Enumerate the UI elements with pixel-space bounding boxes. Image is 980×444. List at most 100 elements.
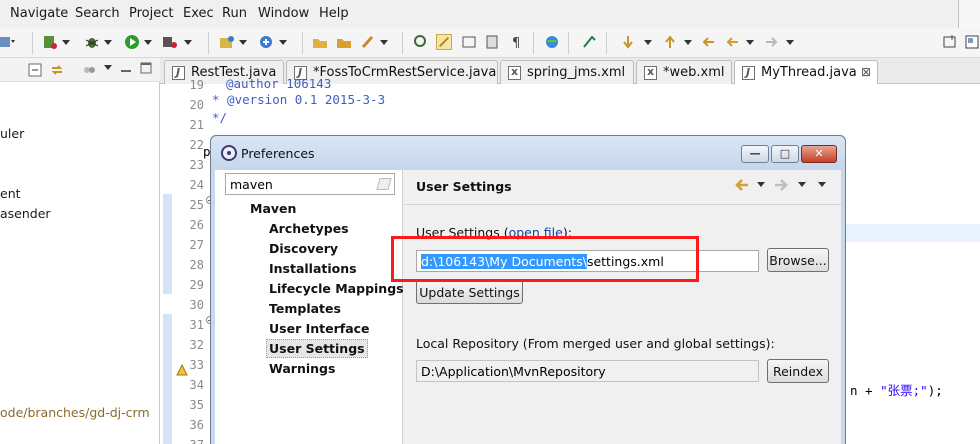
back-dropdown-icon[interactable] — [746, 39, 754, 47]
menu-run[interactable]: Run — [222, 6, 247, 21]
debug-dropdown-icon[interactable] — [104, 39, 112, 47]
block-select-icon[interactable] — [461, 34, 477, 50]
open-type-icon[interactable] — [582, 34, 598, 50]
back-history-dropdown-icon[interactable] — [757, 181, 765, 189]
package-explorer-view: uler ent asender ode/branches/gd-dj-crm — [0, 58, 160, 444]
back-icon[interactable] — [724, 34, 740, 50]
line-number: 35 — [189, 398, 204, 412]
preference-page: User Settings User Settings (open file):… — [404, 170, 841, 444]
tab-label: *FossToCrmRestService.java — [313, 65, 497, 80]
update-settings-button[interactable]: Update Settings — [416, 280, 523, 304]
toolbar-separator — [208, 32, 209, 54]
tab-spring-jms[interactable]: spring_jms.xml — [500, 60, 634, 84]
line-number: 26 — [189, 218, 204, 232]
line-number: 34 — [189, 378, 204, 392]
open-perspective-icon[interactable] — [942, 34, 958, 50]
show-whitespace-icon[interactable] — [484, 34, 500, 50]
preferences-dialog: Preferences — □ ✕ maven Maven Archetypes… — [210, 135, 846, 444]
toggle-mark-icon[interactable] — [413, 34, 429, 50]
forward-icon[interactable] — [764, 34, 780, 50]
open-folder-icon[interactable] — [312, 34, 328, 50]
menu-navigate[interactable]: Navigate — [10, 6, 68, 21]
tree-item[interactable]: asender — [0, 206, 51, 221]
new-server-dropdown-icon[interactable] — [279, 39, 287, 47]
page-menu-icon[interactable] — [818, 181, 826, 189]
forward-history-dropdown-icon[interactable] — [798, 181, 806, 189]
tab-label: *web.xml — [663, 65, 725, 80]
filter-value: maven — [230, 177, 273, 192]
search-icon[interactable] — [360, 34, 376, 50]
dialog-titlebar[interactable]: Preferences — □ ✕ — [211, 136, 845, 170]
highlight-icon[interactable] — [436, 34, 452, 50]
line-number: 21 — [189, 118, 204, 132]
globe-icon[interactable] — [544, 34, 560, 50]
line-number: 24 — [189, 178, 204, 192]
tree-node-archetypes[interactable]: Archetypes — [269, 221, 349, 236]
run-menu-icon[interactable] — [0, 34, 16, 50]
filter-input[interactable]: maven — [225, 173, 395, 195]
filter-icon[interactable] — [82, 63, 96, 77]
tree-node-installations[interactable]: Installations — [269, 261, 357, 276]
line-number: 30 — [189, 298, 204, 312]
tab-web-xml[interactable]: *web.xml — [636, 60, 732, 84]
tree-node-templates[interactable]: Templates — [269, 301, 341, 316]
back-icon[interactable] — [733, 178, 749, 192]
forward-dropdown-icon[interactable] — [786, 39, 794, 47]
close-button[interactable]: ✕ — [801, 145, 837, 163]
page-title: User Settings — [416, 179, 512, 194]
tab-my-thread[interactable]: MyThread.java ⊠ — [734, 60, 878, 84]
new-project-icon[interactable] — [219, 34, 235, 50]
view-menu-icon[interactable] — [104, 64, 112, 72]
new-icon[interactable] — [42, 34, 58, 50]
maximize-view-icon[interactable] — [140, 62, 152, 74]
browse-button[interactable]: Browse... — [767, 248, 829, 272]
external-tools-icon[interactable] — [162, 34, 178, 50]
minimize-view-icon[interactable] — [120, 64, 132, 74]
minimize-button[interactable]: — — [741, 145, 769, 163]
menu-help[interactable]: Help — [319, 6, 349, 21]
new-project-dropdown-icon[interactable] — [239, 39, 247, 47]
java-perspective-icon[interactable] — [964, 34, 980, 50]
new-server-icon[interactable] — [258, 34, 274, 50]
close-tab-icon[interactable]: ⊠ — [861, 65, 871, 79]
next-annotation-icon[interactable] — [620, 34, 636, 50]
warning-marker-icon[interactable] — [176, 364, 188, 376]
menu-exec[interactable]: Exec — [183, 6, 214, 21]
menu-search[interactable]: Search — [75, 6, 120, 21]
prev-annotation-dropdown-icon[interactable] — [684, 39, 692, 47]
line-number: 28 — [189, 258, 204, 272]
menu-window[interactable]: Window — [258, 6, 309, 21]
last-edit-icon[interactable] — [700, 34, 716, 50]
tree-node-warnings[interactable]: Warnings — [269, 361, 335, 376]
external-tools-dropdown-icon[interactable] — [184, 39, 192, 47]
open-file-icon[interactable] — [336, 34, 352, 50]
menu-project[interactable]: Project — [129, 6, 173, 21]
toolbar-separator — [606, 32, 607, 54]
search-dropdown-icon[interactable] — [380, 39, 388, 47]
tree-node-maven[interactable]: Maven — [250, 201, 296, 216]
line-number: 20 — [189, 98, 204, 112]
debug-icon[interactable] — [84, 34, 100, 50]
tree-node-user-interface[interactable]: User Interface — [269, 321, 370, 336]
window-edge — [958, 0, 980, 28]
tree-node-lifecycle-mappings[interactable]: Lifecycle Mappings — [269, 281, 404, 296]
tree-node-user-settings[interactable]: User Settings — [266, 339, 368, 358]
next-annotation-dropdown-icon[interactable] — [644, 39, 652, 47]
maximize-button[interactable]: □ — [771, 145, 799, 163]
new-dropdown-icon[interactable] — [62, 39, 70, 47]
prev-annotation-icon[interactable] — [662, 34, 678, 50]
tree-item[interactable]: uler — [0, 126, 24, 141]
clear-filter-icon[interactable] — [376, 178, 392, 190]
tree-node-discovery[interactable]: Discovery — [269, 241, 338, 256]
run-dropdown-icon[interactable] — [144, 39, 152, 47]
pilcrow-icon[interactable]: ¶ — [508, 34, 524, 50]
eclipse-icon — [221, 145, 237, 161]
line-number: 23 — [189, 158, 204, 172]
forward-icon[interactable] — [774, 178, 790, 192]
maximize-icon: □ — [779, 147, 791, 160]
run-icon[interactable] — [124, 34, 140, 50]
reindex-button[interactable]: Reindex — [767, 359, 829, 383]
collapse-all-icon[interactable] — [28, 63, 42, 77]
tree-item[interactable]: ent — [0, 186, 21, 201]
link-editor-icon[interactable] — [50, 63, 64, 77]
